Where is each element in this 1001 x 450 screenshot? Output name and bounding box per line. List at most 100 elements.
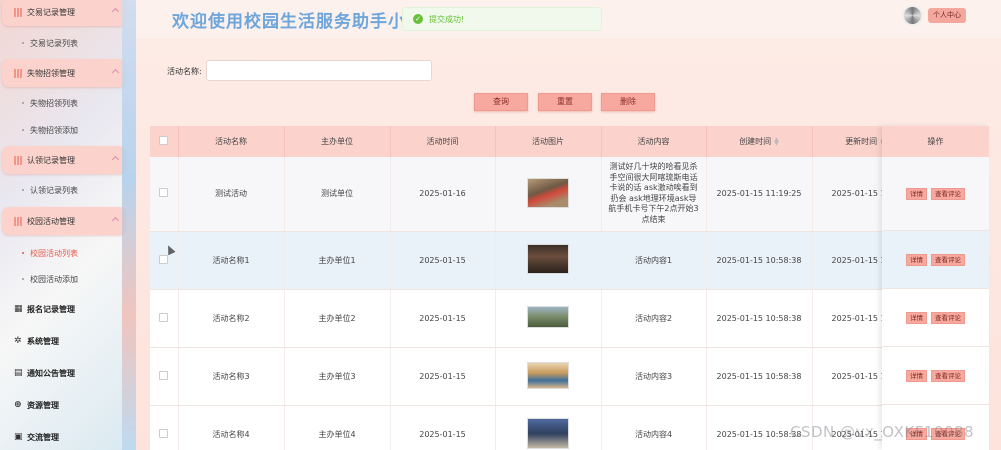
personal-center-button[interactable]: 个人中心 — [928, 8, 966, 23]
cell-name: 测试活动 — [178, 157, 285, 232]
menu-group-claims[interactable]: 认领记录管理 — [2, 146, 126, 174]
cell-image — [495, 347, 602, 406]
col-header-created[interactable]: 创建时间 ▲ ▼ — [706, 126, 813, 157]
row-actions: 详情 查看评论 — [882, 157, 989, 231]
menu-label: 交流管理 — [27, 432, 59, 442]
select-all-checkbox[interactable] — [159, 136, 169, 145]
menu-signup-records[interactable]: ▦ 报名记录管理 — [0, 298, 126, 320]
row-checkbox[interactable] — [159, 428, 169, 438]
activity-table: 活动名称 主办单位 活动时间 活动图片 活动内容 创建时间▲▼ 更新时间 ▲▼ 测… — [150, 126, 989, 450]
menu-group-label: 校园活动管理 — [27, 216, 75, 226]
detail-button[interactable]: 详情 — [906, 253, 927, 266]
row-actions: 详情 查看评论 — [882, 231, 989, 289]
activity-image[interactable] — [527, 244, 569, 274]
reset-button[interactable]: 重置 — [538, 93, 592, 111]
detail-button[interactable]: 详情 — [906, 311, 927, 324]
bullet-icon — [22, 252, 24, 254]
table-row[interactable]: 活动名称2 主办单位2 2025-01-15 活动内容2 2025-01-15 … — [150, 289, 989, 348]
row-select — [150, 157, 179, 232]
activity-image[interactable] — [527, 361, 569, 389]
view-comments-button[interactable]: 查看评论 — [931, 187, 965, 200]
cell-created: 2025-01-15 10:58:38 — [706, 231, 813, 290]
cell-image — [495, 231, 602, 290]
menu-system[interactable]: ✲ 系统管理 — [0, 330, 126, 352]
row-checkbox[interactable] — [159, 254, 169, 264]
select-all-header — [150, 126, 179, 157]
row-checkbox[interactable] — [159, 188, 169, 198]
operations-column: 操作 详情 查看评论 详情 查看评论 详情 查看评论 详情 查看评论 详情 查看… — [882, 126, 989, 450]
bullet-icon — [22, 102, 24, 104]
menu-item-claim-list[interactable]: 认领记录列表 — [0, 180, 126, 200]
detail-button[interactable]: 详情 — [906, 369, 927, 382]
detail-button[interactable]: 详情 — [906, 187, 927, 200]
menu-item-transaction-list[interactable]: 交易记录列表 — [0, 33, 126, 53]
col-header-label: 创建时间 — [739, 137, 772, 146]
menu-item-activity-list[interactable]: 校园活动列表 — [0, 243, 126, 263]
activity-image[interactable] — [527, 417, 569, 449]
cell-content: 活动内容3 — [601, 347, 707, 406]
cell-name: 活动名称4 — [178, 405, 285, 450]
cell-name: 活动名称2 — [178, 289, 285, 348]
col-header-org: 主办单位 — [284, 126, 391, 157]
row-select — [150, 347, 179, 406]
col-header-label: 更新时间 — [845, 137, 878, 146]
cell-image — [495, 157, 602, 232]
cell-image — [495, 289, 602, 348]
cell-org: 主办单位2 — [284, 289, 391, 348]
bullet-icon — [22, 189, 24, 191]
menu-communication[interactable]: ▣ 交流管理 — [0, 426, 126, 448]
menu-item-activity-add[interactable]: 校园活动添加 — [0, 269, 126, 289]
menu-notices[interactable]: ▤ 通知公告管理 — [0, 362, 126, 384]
cell-content: 活动内容4 — [601, 405, 707, 450]
chevron-up-icon — [111, 155, 120, 164]
menu-item-label: 认领记录列表 — [30, 185, 78, 195]
view-comments-button[interactable]: 查看评论 — [931, 253, 965, 266]
menu-item-label: 失物招领添加 — [30, 125, 78, 135]
avatar[interactable] — [902, 5, 923, 26]
cell-org: 主办单位3 — [284, 347, 391, 406]
col-header-image: 活动图片 — [495, 126, 602, 157]
col-header-name: 活动名称 — [178, 126, 285, 157]
query-button[interactable]: 查询 — [474, 93, 528, 111]
table-row[interactable]: 测试活动 测试单位 2025-01-16 测试好几十块的哈看见杀手空间很大阿喀琉… — [150, 157, 989, 232]
view-comments-button[interactable]: 查看评论 — [931, 369, 965, 382]
cell-content: 活动内容1 — [601, 231, 707, 290]
grid-icon — [14, 216, 23, 226]
cell-date: 2025-01-15 — [390, 405, 496, 450]
menu-group-lost-found[interactable]: 失物招领管理 — [2, 59, 126, 87]
grid-icon — [14, 155, 23, 165]
menu-item-label: 校园活动添加 — [30, 274, 78, 284]
table-row[interactable]: 活动名称1 主办单位1 2025-01-15 活动内容1 2025-01-15 … — [150, 231, 989, 290]
cell-image — [495, 405, 602, 450]
delete-button[interactable]: 删除 — [601, 93, 655, 111]
activity-image[interactable] — [527, 177, 569, 208]
menu-item-lost-found-add[interactable]: 失物招领添加 — [0, 120, 126, 140]
row-checkbox[interactable] — [159, 370, 169, 380]
grid-icon — [14, 68, 23, 78]
menu-label: 通知公告管理 — [27, 368, 75, 378]
bullet-icon — [22, 129, 24, 131]
menu-group-transactions[interactable]: 交易记录管理 — [2, 0, 126, 26]
activity-name-input[interactable] — [206, 60, 432, 81]
row-checkbox[interactable] — [159, 312, 169, 322]
bullet-icon — [22, 278, 24, 280]
menu-item-lost-found-list[interactable]: 失物招领列表 — [0, 93, 126, 113]
table-row[interactable]: 活动名称3 主办单位3 2025-01-15 活动内容3 2025-01-15 … — [150, 347, 989, 406]
menu-item-label: 交易记录列表 — [30, 38, 78, 48]
grid-icon: ▦ — [14, 304, 23, 314]
menu-label: 系统管理 — [27, 336, 59, 346]
plus-circle-icon: ⊕ — [14, 400, 22, 410]
menu-label: 资源管理 — [27, 400, 59, 410]
menu-group-campus-activities[interactable]: 校园活动管理 — [2, 207, 126, 235]
header: 欢迎使用校园生活服务助手小程序 ✓ 提交成功! 个人中心 — [136, 0, 1001, 38]
view-comments-button[interactable]: 查看评论 — [931, 311, 965, 324]
row-select — [150, 405, 179, 450]
cell-org: 主办单位4 — [284, 405, 391, 450]
row-actions: 详情 查看评论 — [882, 289, 989, 347]
menu-resources[interactable]: ⊕ 资源管理 — [0, 394, 126, 416]
sidebar: 交易记录管理 交易记录列表 失物招领管理 失物招领列表 失物招领添加 认领记录管… — [0, 0, 136, 450]
search-label: 活动名称: — [167, 67, 202, 76]
activity-image[interactable] — [527, 306, 569, 328]
sort-icon[interactable]: ▲▼ — [774, 136, 779, 146]
chevron-up-icon — [111, 7, 120, 16]
